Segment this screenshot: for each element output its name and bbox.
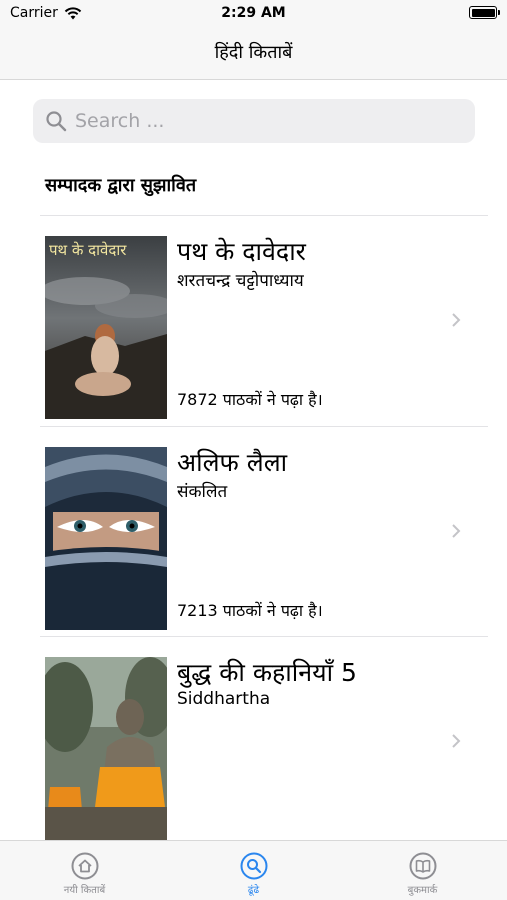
status-time: 2:29 AM bbox=[221, 5, 286, 21]
book-icon bbox=[409, 852, 436, 880]
book-row-alif-laila[interactable]: अलिफ लैला संकलित 7213 पाठकों ने पढ़ा है। bbox=[40, 427, 488, 637]
tab-label: ढूंढे bbox=[247, 885, 260, 896]
search-placeholder: Search ... bbox=[75, 110, 165, 132]
book-author: Siddhartha bbox=[177, 689, 271, 709]
navigation-bar: हिंदी किताबें bbox=[0, 28, 507, 80]
page-title: हिंदी किताबें bbox=[214, 42, 293, 63]
search-icon bbox=[46, 111, 67, 132]
house-icon bbox=[71, 852, 98, 880]
tab-bookmarks[interactable]: बुकमार्क bbox=[338, 841, 507, 900]
tab-bar: नयी किताबें ढूंढे बुकमार्क bbox=[0, 840, 507, 900]
book-author: संकलित bbox=[177, 482, 228, 502]
book-row-buddha-kahaniyan[interactable]: बुद्ध की कहानियाँ 5 Siddhartha bbox=[40, 637, 488, 847]
tab-label: नयी किताबें bbox=[63, 885, 106, 896]
tab-new-books[interactable]: नयी किताबें bbox=[0, 841, 169, 900]
book-title: पथ के दावेदार bbox=[177, 237, 306, 266]
book-readers-count: 7213 पाठकों ने पढ़ा है। bbox=[177, 601, 323, 620]
status-bar: Carrier 2:29 AM bbox=[0, 0, 507, 28]
battery-icon bbox=[469, 6, 500, 19]
search-icon bbox=[240, 852, 267, 880]
chevron-right-icon bbox=[452, 734, 461, 748]
book-readers-count: 7872 पाठकों ने पढ़ा है। bbox=[177, 390, 323, 409]
search-input[interactable]: Search ... bbox=[33, 99, 475, 143]
section-title: सम्पादक द्वारा सुझावित bbox=[45, 175, 197, 196]
book-row-path-ke-davedar[interactable]: पथ के दावेदार पथ के दावेदार शरतचन्द्र चट… bbox=[40, 216, 488, 426]
book-cover-image bbox=[45, 657, 167, 840]
cover-title-text: पथ के दावेदार bbox=[49, 241, 127, 259]
chevron-right-icon bbox=[452, 524, 461, 538]
book-cover-image: पथ के दावेदार bbox=[45, 236, 167, 419]
chevron-right-icon bbox=[452, 313, 461, 327]
book-title: बुद्ध की कहानियाँ 5 bbox=[177, 658, 357, 687]
book-author: शरतचन्द्र चट्टोपाध्याय bbox=[177, 271, 304, 291]
book-cover-image bbox=[45, 447, 167, 630]
book-title: अलिफ लैला bbox=[177, 448, 288, 477]
tab-label: बुकमार्क bbox=[407, 885, 438, 896]
tab-search[interactable]: ढूंढे bbox=[169, 841, 338, 900]
